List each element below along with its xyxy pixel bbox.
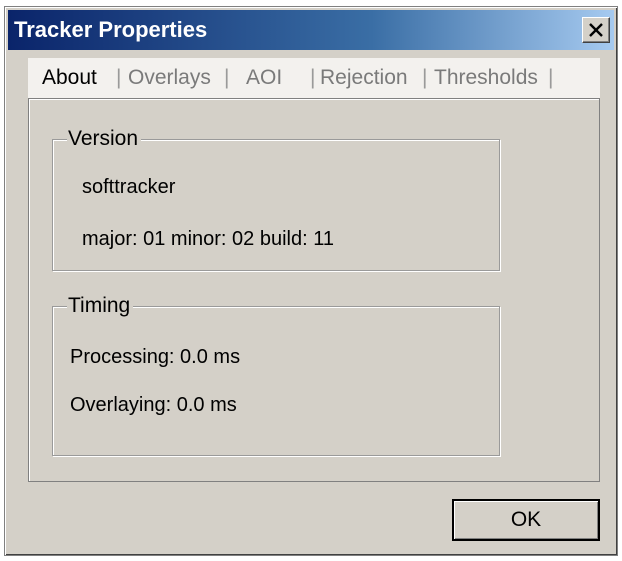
tab-rejection[interactable]: Rejection <box>320 62 408 94</box>
ok-button[interactable]: OK <box>452 499 600 541</box>
version-groupbox: Version softtracker major: 01 minor: 02 … <box>52 126 500 271</box>
version-legend: Version <box>67 126 142 152</box>
tab-separator: | <box>224 66 230 89</box>
product-name: softtracker <box>82 176 176 198</box>
tab-separator: | <box>422 66 428 89</box>
window-title: Tracker Properties <box>14 17 208 42</box>
about-tab-panel: Version softtracker major: 01 minor: 02 … <box>28 98 600 482</box>
tab-aoi[interactable]: AOI <box>246 62 282 94</box>
tab-overlays[interactable]: Overlays <box>128 62 211 94</box>
tab-strip: About | Overlays | AOI | Rejection | Thr… <box>28 58 600 98</box>
tab-separator: | <box>116 66 122 89</box>
tab-about[interactable]: About <box>42 62 97 94</box>
title-bar[interactable]: Tracker Properties <box>8 10 614 50</box>
processing-time: Processing: 0.0 ms <box>70 346 241 368</box>
tab-separator: | <box>310 66 316 89</box>
version-numbers: major: 01 minor: 02 build: 11 <box>82 228 334 250</box>
tab-separator: | <box>548 66 554 89</box>
timing-legend: Timing <box>67 293 134 319</box>
tab-thresholds[interactable]: Thresholds <box>434 62 538 94</box>
overlaying-time: Overlaying: 0.0 ms <box>70 394 237 416</box>
close-button[interactable] <box>582 17 610 43</box>
close-icon <box>589 23 603 37</box>
timing-groupbox: Timing Processing: 0.0 ms Overlaying: 0.… <box>52 293 500 456</box>
